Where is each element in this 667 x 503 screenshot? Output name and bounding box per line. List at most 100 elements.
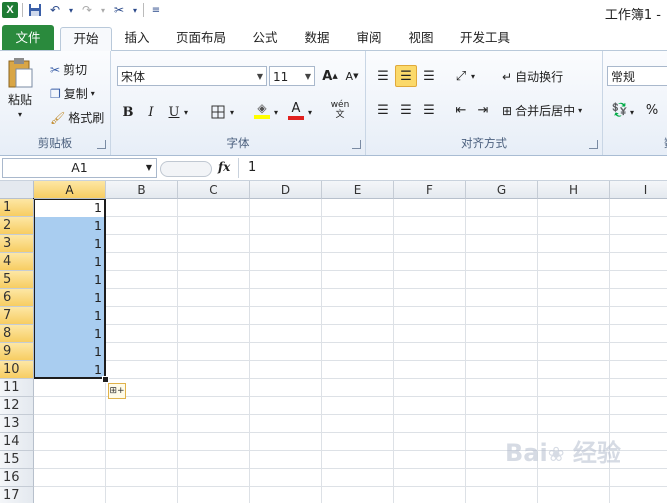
increase-indent-icon[interactable]: ⇥ [472,99,494,121]
format-painter-button[interactable]: 🖌 格式刷 [50,109,104,126]
tab-insert[interactable]: 插入 [116,27,158,49]
chevron-down-icon[interactable]: ▾ [305,101,315,123]
name-box-value: A1 [71,160,88,175]
dialog-launcher-icon[interactable] [589,140,598,149]
number-format-select[interactable]: 常规 [607,66,667,86]
row-header-9[interactable]: 9 [0,343,34,361]
row-header-6[interactable]: 6 [0,289,34,307]
chevron-down-icon[interactable]: ▾ [67,2,75,18]
row-header-13[interactable]: 13 [0,415,34,433]
copy-button[interactable]: ❐ 复制 ▾ [50,85,95,102]
ribbon-tabs: 文件 开始 插入 页面布局 公式 数据 审阅 视图 开发工具 [0,24,667,52]
bold-button[interactable]: B [117,101,139,123]
excel-logo-icon[interactable]: X [2,2,18,18]
align-bottom-icon[interactable]: ☰ [418,65,440,87]
tab-formulas[interactable]: 公式 [244,27,286,49]
grid-column-line [393,199,394,503]
redo-icon[interactable]: ↷ [79,2,95,18]
row-header-4[interactable]: 4 [0,253,34,271]
qat-divider [143,3,144,17]
tab-developer[interactable]: 开发工具 [452,27,518,49]
chevron-down-icon: ▾ [578,106,583,115]
fill-handle[interactable] [102,376,109,383]
font-name-select[interactable]: 宋体 ▼ [117,66,267,86]
row-header-7[interactable]: 7 [0,307,34,325]
grid-column-line [465,199,466,503]
insert-function-icon[interactable]: fx [218,160,230,174]
align-center-icon[interactable]: ☰ [395,99,417,121]
fill-color-icon[interactable]: ◈ [251,99,273,121]
paste-button[interactable]: 粘贴 ▾ [6,57,34,119]
row-header-5[interactable]: 5 [0,271,34,289]
column-header-f[interactable]: F [394,181,466,199]
column-header-g[interactable]: G [466,181,538,199]
align-left-icon[interactable]: ☰ [372,99,394,121]
row-header-17[interactable]: 17 [0,487,34,503]
tab-file[interactable]: 文件 [2,25,54,50]
cut-button[interactable]: ✂ 剪切 [50,61,87,78]
row-header-3[interactable]: 3 [0,235,34,253]
chevron-down-icon[interactable]: ▾ [227,101,237,123]
row-header-10[interactable]: 10 [0,361,34,379]
font-size-value: 11 [273,70,289,84]
chevron-down-icon[interactable]: ▾ [468,65,478,87]
title-bar: X ↶ ▾ ↷ ▾ ✂ ▾ ≡ 工作簿1 - [0,0,667,24]
row-header-8[interactable]: 8 [0,325,34,343]
column-header-d[interactable]: D [250,181,322,199]
align-top-icon[interactable]: ☰ [372,65,394,87]
formula-bar-resize-handle[interactable] [160,161,212,177]
undo-icon[interactable]: ↶ [47,2,63,18]
row-header-2[interactable]: 2 [0,217,34,235]
font-color-icon[interactable]: A [285,99,307,121]
cut-label: 剪切 [63,63,88,77]
grow-font-button[interactable]: A ▲ [319,65,341,87]
save-icon[interactable] [27,2,43,18]
column-header-h[interactable]: H [538,181,610,199]
italic-button[interactable]: I [140,101,162,123]
row-header-15[interactable]: 15 [0,451,34,469]
align-right-icon[interactable]: ☰ [418,99,440,121]
row-header-14[interactable]: 14 [0,433,34,451]
tab-page-layout[interactable]: 页面布局 [168,27,234,49]
chevron-down-icon[interactable]: ▾ [131,2,139,18]
column-header-c[interactable]: C [178,181,250,199]
chevron-down-icon: ▼ [256,72,263,81]
column-header-a[interactable]: A [34,181,106,199]
align-middle-icon[interactable]: ☰ [395,65,417,87]
chevron-down-icon[interactable]: ▾ [99,2,107,18]
tab-review[interactable]: 审阅 [348,27,390,49]
grid-row-line [34,468,667,469]
select-all-corner[interactable] [0,181,34,199]
shrink-font-button[interactable]: A ▼ [341,65,363,87]
font-size-select[interactable]: 11 ▼ [269,66,315,86]
column-header-i[interactable]: I [610,181,667,199]
row-header-1[interactable]: 1 [0,199,34,217]
customize-qat-icon[interactable]: ≡ [148,2,164,18]
dialog-launcher-icon[interactable] [97,140,106,149]
tab-view[interactable]: 视图 [400,27,442,49]
chevron-down-icon[interactable]: ▾ [627,101,637,123]
grid-row-line [34,288,667,289]
row-header-11[interactable]: 11 [0,379,34,397]
column-header-b[interactable]: B [106,181,178,199]
row-header-12[interactable]: 12 [0,397,34,415]
wrap-text-button[interactable]: ↵ 自动换行 [502,68,563,85]
dialog-launcher-icon[interactable] [352,140,361,149]
merge-center-button[interactable]: ⊞ 合并后居中 ▾ [502,102,582,119]
chevron-down-icon[interactable]: ▾ [181,101,191,123]
tab-data[interactable]: 数据 [296,27,338,49]
chevron-down-icon[interactable]: ▾ [271,101,281,123]
grid-column-line [321,199,322,503]
phonetic-button[interactable]: wén 文 [327,99,353,121]
borders-icon[interactable] [207,101,229,123]
formula-input[interactable]: 1 [248,160,256,175]
auto-fill-options-icon[interactable]: ⊞+ [108,383,126,399]
percent-button[interactable]: % [641,99,663,121]
tab-home[interactable]: 开始 [60,27,112,52]
column-header-e[interactable]: E [322,181,394,199]
decrease-indent-icon[interactable]: ⇤ [450,99,472,121]
formula-divider [238,158,239,178]
row-header-16[interactable]: 16 [0,469,34,487]
tools-icon[interactable]: ✂ [111,2,127,18]
name-box[interactable]: A1 ▼ [2,158,157,178]
